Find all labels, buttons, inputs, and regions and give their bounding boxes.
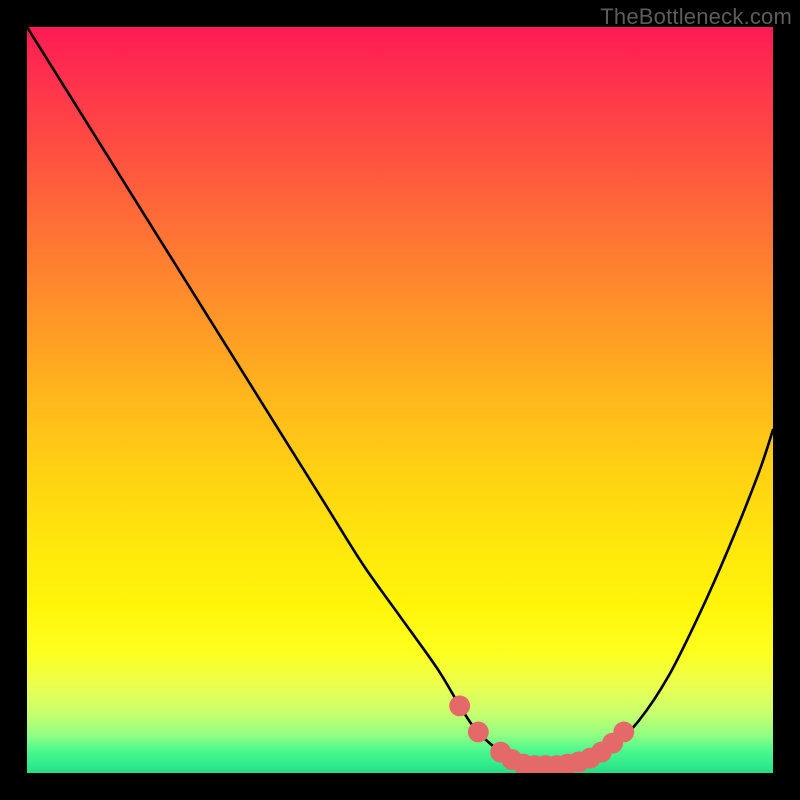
bottleneck-plot	[27, 27, 773, 773]
bottleneck-curve	[27, 27, 773, 766]
curve-marker	[613, 722, 634, 743]
watermark-text: TheBottleneck.com	[600, 4, 792, 30]
curve-marker	[468, 722, 489, 743]
curve-marker	[449, 695, 470, 716]
chart-frame	[27, 27, 773, 773]
curve-markers	[449, 695, 634, 773]
